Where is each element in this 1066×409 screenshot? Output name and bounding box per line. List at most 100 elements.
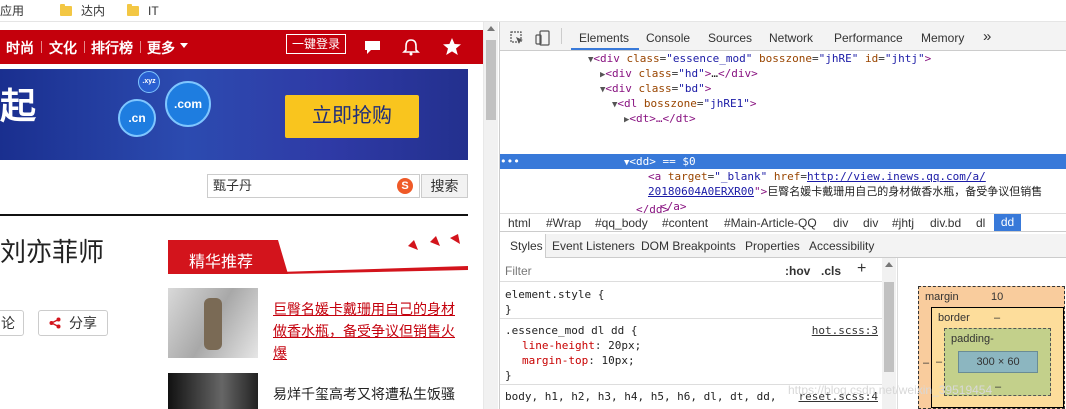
devtools-panel: Elements Console Sources Network Perform… bbox=[499, 22, 1066, 409]
banner-headline-char: 起 bbox=[0, 85, 37, 126]
padding-bottom-value[interactable]: – bbox=[995, 381, 1001, 393]
crumb-item[interactable]: #qq_body bbox=[595, 216, 648, 230]
rule-selector[interactable]: element.style { bbox=[505, 287, 604, 302]
bookmarks-bar: 应用 达内 IT bbox=[0, 0, 1066, 22]
rule-selector[interactable]: body, h1, h2, h3, h4, h5, h6, dl, dt, dd… bbox=[505, 389, 777, 404]
subtab-event-listeners[interactable]: Event Listeners bbox=[552, 239, 635, 253]
crumb-item[interactable]: #Main-Article-QQ bbox=[724, 216, 817, 230]
rule-property[interactable]: line-height: 20px; bbox=[522, 338, 641, 353]
tab-network[interactable]: Network bbox=[769, 31, 813, 45]
anchor-href-tail[interactable]: 20180604A0ERXR00 bbox=[648, 185, 754, 198]
article-title: 刘亦菲师 bbox=[0, 237, 105, 267]
bookmark-apps[interactable]: 应用 bbox=[0, 2, 24, 19]
border-top-value[interactable]: – bbox=[994, 312, 1000, 324]
crumb-item[interactable]: div bbox=[863, 216, 878, 230]
subtab-dom-breakpoints[interactable]: DOM Breakpoints bbox=[641, 239, 736, 253]
rule-property[interactable]: margin-top: 10px; bbox=[522, 353, 635, 368]
caret-down-icon bbox=[180, 43, 188, 48]
crumb-item[interactable]: dl bbox=[976, 216, 985, 230]
styles-filter-bar: Filter :hov .cls + bbox=[500, 258, 882, 282]
breadcrumb: html #Wrap #qq_body #content #Main-Artic… bbox=[500, 213, 1066, 232]
box-content-size[interactable]: 300 × 60 bbox=[958, 351, 1038, 373]
subtab-properties[interactable]: Properties bbox=[745, 239, 800, 253]
padding-label: padding- bbox=[951, 333, 994, 345]
class-toggle[interactable]: .cls bbox=[821, 264, 841, 278]
domain-bubble-com: .com bbox=[165, 81, 211, 127]
tab-separator bbox=[561, 28, 562, 44]
tab-memory[interactable]: Memory bbox=[921, 31, 964, 45]
more-tabs-icon[interactable]: » bbox=[983, 28, 991, 45]
nav-item-culture[interactable]: 文化 bbox=[49, 38, 77, 58]
news-thumbnail-perfume[interactable] bbox=[168, 288, 258, 358]
star-icon[interactable] bbox=[442, 37, 462, 56]
dt-node-text: <dt>…</dt> bbox=[629, 112, 696, 125]
domain-bubble-cn: .cn bbox=[118, 99, 156, 137]
search-button[interactable]: 搜索 bbox=[421, 174, 468, 198]
tab-elements[interactable]: Elements bbox=[579, 31, 629, 45]
tab-performance[interactable]: Performance bbox=[834, 31, 903, 45]
one-click-login-button[interactable]: 一键登录 bbox=[286, 34, 346, 54]
share-button[interactable]: 分享 bbox=[38, 310, 108, 336]
featured-section-header: 精华推荐 bbox=[168, 232, 468, 274]
tab-console[interactable]: Console bbox=[646, 31, 690, 45]
buy-now-button[interactable]: 立即抢购 bbox=[285, 95, 419, 138]
folder-icon bbox=[60, 3, 73, 16]
comment-button[interactable]: 论 bbox=[0, 310, 24, 336]
nav-separator bbox=[84, 41, 85, 53]
crumb-item[interactable]: html bbox=[508, 216, 531, 230]
news-link[interactable]: 易烊千玺高考又将遭私生饭骚扰 bbox=[273, 383, 463, 405]
margin-left-value[interactable]: – bbox=[923, 357, 929, 369]
bookmark-label: 达内 bbox=[81, 4, 106, 18]
rule-selector[interactable]: .essence_mod dl dd { bbox=[505, 323, 637, 338]
device-toolbar-icon[interactable] bbox=[535, 30, 551, 46]
scroll-up-icon[interactable] bbox=[487, 26, 495, 31]
hover-state-toggle[interactable]: :hov bbox=[785, 264, 810, 278]
search-input[interactable]: 甄子丹 bbox=[207, 174, 420, 198]
dom-node-essence-mod[interactable]: ▼<div class="essence_mod" bosszone="jhRE… bbox=[588, 51, 931, 66]
crumb-item[interactable]: div bbox=[833, 216, 848, 230]
scrollbar-thumb[interactable] bbox=[884, 282, 894, 372]
rule-source-link[interactable]: hot.scss:3 bbox=[812, 323, 878, 338]
page-scrollbar[interactable] bbox=[483, 22, 498, 409]
chat-icon[interactable] bbox=[364, 40, 381, 55]
scroll-up-icon[interactable] bbox=[885, 262, 893, 267]
bookmark-folder-it[interactable]: IT bbox=[127, 3, 159, 18]
crumb-item[interactable]: #content bbox=[662, 216, 708, 230]
domain-promo-banner[interactable]: 起 .cn .com .xyz 立即抢购 bbox=[0, 69, 468, 160]
dom-node-dl[interactable]: ▼<dl bosszone="jhRE1"> bbox=[612, 96, 757, 111]
nav-item-ranking[interactable]: 排行榜 bbox=[91, 38, 133, 58]
dom-node-hd[interactable]: ▶<div class="hd">…</div> bbox=[600, 66, 758, 81]
nav-item-more[interactable]: 更多 bbox=[147, 38, 175, 58]
crumb-item[interactable]: #Wrap bbox=[546, 216, 581, 230]
crumb-item[interactable]: div.bd bbox=[930, 216, 961, 230]
dd-node-text: <dd> == $0 bbox=[629, 155, 696, 168]
news-thumbnail-kid[interactable] bbox=[168, 373, 258, 409]
inspect-element-icon[interactable] bbox=[510, 31, 524, 45]
add-rule-icon[interactable]: + bbox=[857, 260, 866, 278]
subtab-accessibility[interactable]: Accessibility bbox=[809, 239, 874, 253]
nav-item-fashion[interactable]: 时尚 bbox=[6, 38, 34, 58]
anchor-href-link[interactable]: http://view.inews.qq.com/a/ bbox=[807, 170, 986, 183]
comment-button-label: 论 bbox=[1, 315, 15, 331]
devtools-tab-bar: Elements Console Sources Network Perform… bbox=[500, 22, 1066, 51]
dom-node-bd[interactable]: ▼<div class="bd"> bbox=[600, 81, 711, 96]
tab-sources[interactable]: Sources bbox=[708, 31, 752, 45]
rule-end: } bbox=[505, 303, 512, 316]
bookmark-folder-danei[interactable]: 达内 bbox=[60, 2, 105, 19]
border-left-value[interactable]: – bbox=[936, 356, 942, 368]
news-link[interactable]: 巨臀名媛卡戴珊用自己的身材做香水瓶，备受争议但销售火爆 bbox=[273, 298, 463, 364]
dom-node-anchor[interactable]: <a target="_blank" href=http://view.inew… bbox=[648, 169, 986, 184]
rule-divider bbox=[500, 318, 882, 319]
styles-filter-input[interactable]: Filter bbox=[505, 264, 532, 278]
margin-top-value[interactable]: 10 bbox=[991, 291, 1003, 303]
bookmark-label: IT bbox=[148, 3, 159, 18]
dom-node-dt[interactable]: ▶<dt>…</dt> bbox=[624, 111, 696, 126]
crumb-item[interactable]: #jhtj bbox=[892, 216, 914, 230]
subtab-styles[interactable]: Styles bbox=[510, 239, 543, 253]
scrollbar-thumb[interactable] bbox=[486, 40, 496, 120]
dom-node-dd-selected[interactable]: ▼<dd> == $0 bbox=[624, 154, 696, 169]
bell-icon[interactable] bbox=[402, 38, 420, 56]
selected-node-dots-icon[interactable]: ••• bbox=[500, 154, 520, 169]
styles-tab-bar: Styles Event Listeners DOM Breakpoints P… bbox=[500, 234, 1066, 258]
crumb-item-active[interactable]: dd bbox=[994, 214, 1021, 231]
